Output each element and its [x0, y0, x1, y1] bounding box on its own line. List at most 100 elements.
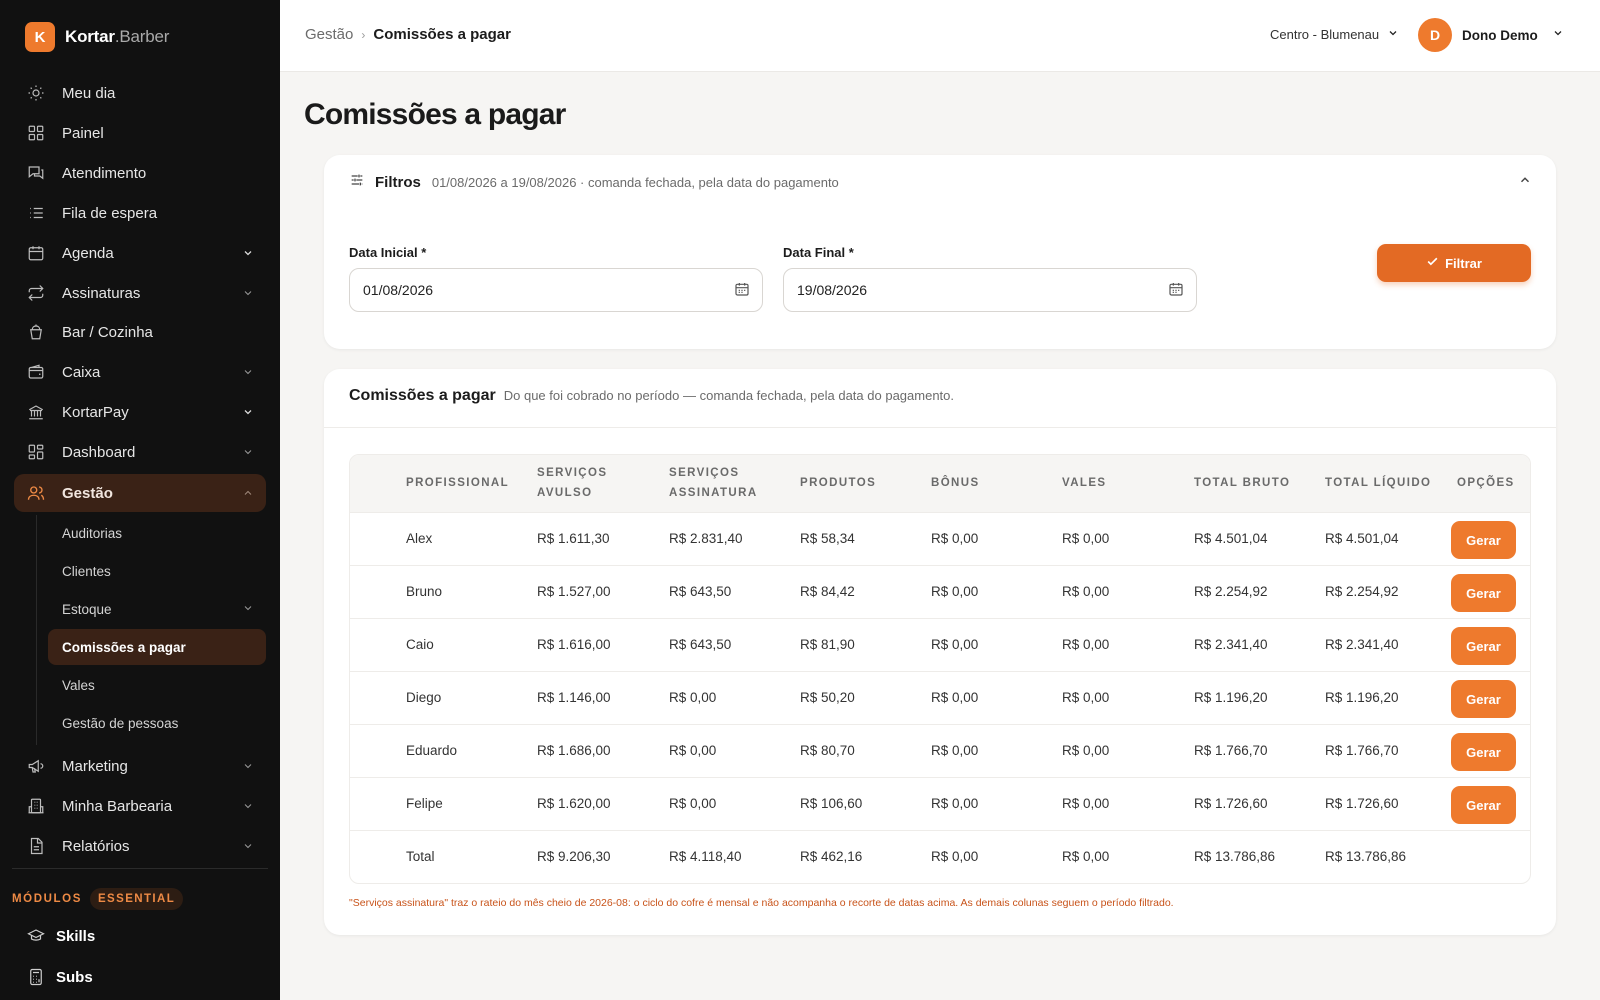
sidebar-item-assinaturas[interactable]: Assinaturas	[14, 274, 266, 312]
cell-bonus: R$ 0,00	[931, 743, 979, 758]
start-date-label: Data Inicial *	[349, 245, 427, 260]
cell-total-liquido: R$ 2.254,92	[1325, 584, 1399, 599]
module-label: Subs	[56, 968, 93, 986]
sidebar-subitem-gestao-de-pessoas[interactable]: Gestão de pessoas	[48, 705, 266, 741]
column-header-produtos[interactable]: PRODUTOS	[800, 473, 876, 493]
page-title: Comissões a pagar	[304, 98, 566, 131]
wallet-icon	[26, 362, 46, 382]
generate-button[interactable]: Gerar	[1451, 733, 1516, 771]
cell-profissional: Caio	[406, 637, 434, 652]
column-header-servicos-assinatura[interactable]: SERVIÇOS ASSINATURA	[669, 463, 758, 503]
breadcrumb-separator-icon: ›	[361, 27, 366, 42]
cell-produtos: R$ 106,60	[800, 796, 863, 811]
filters-header[interactable]: Filtros 01/08/2026 a 19/08/2026 · comand…	[349, 172, 839, 193]
commissions-title: Comissões a pagar	[349, 387, 496, 404]
chevron-down-icon	[242, 602, 254, 617]
sidebar-item-gestao[interactable]: Gestão	[14, 474, 266, 512]
sidebar-item-atendimento[interactable]: Atendimento	[14, 154, 266, 192]
cell-total-liquido: R$ 1.766,70	[1325, 743, 1399, 758]
cell-vales: R$ 0,00	[1062, 690, 1110, 705]
column-header-total-liquido[interactable]: TOTAL LÍQUIDO	[1325, 473, 1431, 493]
sidebar-item-label: Dashboard	[62, 443, 136, 461]
column-header-total-bruto[interactable]: TOTAL BRUTO	[1194, 473, 1290, 493]
sidebar-subitem-comissoes-a-pagar[interactable]: Comissões a pagar	[48, 629, 266, 665]
sidebar-item-fila-de-espera[interactable]: Fila de espera	[14, 194, 266, 232]
table-row: Eduardo R$ 1.686,00 R$ 0,00 R$ 80,70 R$ …	[350, 724, 1530, 777]
sidebar-subitem-estoque[interactable]: Estoque	[48, 591, 266, 627]
filters-summary: 01/08/2026 a 19/08/2026 · comanda fechad…	[431, 175, 839, 190]
commissions-table: PROFISSIONAL SERVIÇOS AVULSO SERVIÇOS ASSI…	[349, 454, 1531, 884]
sidebar-item-painel[interactable]: Painel	[14, 114, 266, 152]
sidebar-item-marketing[interactable]: Marketing	[14, 747, 266, 785]
sidebar-item-dashboard[interactable]: Dashboard	[14, 433, 266, 471]
column-header-vales[interactable]: VALES	[1062, 473, 1107, 493]
brand[interactable]: K Kortar.Barber	[25, 22, 169, 52]
chevron-down-icon	[242, 405, 254, 422]
cell-profissional: Diego	[406, 690, 442, 705]
calendar-icon[interactable]	[1168, 281, 1184, 300]
end-date-value: 19/08/2026	[797, 282, 868, 298]
chevron-down-icon	[242, 286, 254, 303]
table-total-row: Total R$ 9.206,30 R$ 4.118,40 R$ 462,16 …	[350, 830, 1530, 883]
breadcrumb-parent[interactable]: Gestão	[305, 26, 353, 43]
sidebar-item-minha-barbearia[interactable]: Minha Barbearia	[14, 787, 266, 825]
table-header: PROFISSIONAL SERVIÇOS AVULSO SERVIÇOS ASSI…	[350, 455, 1530, 512]
sidebar-item-label: KortarPay	[62, 403, 129, 421]
sidebar-item-label: Caixa	[62, 363, 101, 381]
sidebar-subitem-label: Clientes	[62, 563, 111, 579]
sidebar-subitem-vales[interactable]: Vales	[48, 667, 266, 703]
end-date-field[interactable]: 19/08/2026	[783, 268, 1197, 312]
generate-button[interactable]: Gerar	[1451, 786, 1516, 824]
sidebar-item-relatorios[interactable]: Relatórios	[14, 827, 266, 865]
table-row: Bruno R$ 1.527,00 R$ 643,50 R$ 84,42 R$ …	[350, 565, 1530, 618]
sidebar-subitem-clientes[interactable]: Clientes	[48, 553, 266, 589]
module-skills[interactable]: Skills	[26, 926, 95, 946]
module-subs[interactable]: Subs	[26, 967, 93, 987]
branch-selector[interactable]: Centro - Blumenau	[1270, 27, 1399, 42]
generate-button[interactable]: Gerar	[1451, 574, 1516, 612]
breadcrumb-current: Comissões a pagar	[373, 26, 511, 43]
chevron-down-icon	[242, 445, 254, 462]
calendar-icon[interactable]	[734, 281, 750, 300]
sidebar-item-meu-dia[interactable]: Meu dia	[14, 74, 266, 112]
sun-icon	[26, 83, 46, 103]
sidebar-item-bar-cozinha[interactable]: Bar / Cozinha	[14, 313, 266, 351]
cell-servicos-avulso: R$ 1.527,00	[537, 584, 611, 599]
start-date-field[interactable]: 01/08/2026	[349, 268, 763, 312]
cell-produtos: R$ 80,70	[800, 743, 855, 758]
cell-bonus: R$ 0,00	[931, 584, 979, 599]
cell-bonus: R$ 0,00	[931, 637, 979, 652]
user-menu[interactable]: D Dono Demo	[1418, 18, 1564, 52]
column-header-servicos-avulso[interactable]: SERVIÇOS AVULSO	[537, 463, 607, 503]
sidebar-item-label: Relatórios	[62, 837, 130, 855]
sidebar-item-kortarpay[interactable]: KortarPay	[14, 393, 266, 431]
generate-button[interactable]: Gerar	[1451, 680, 1516, 718]
cell-bonus: R$ 0,00	[931, 531, 979, 546]
chevron-down-icon	[1387, 27, 1399, 42]
column-header-profissional[interactable]: PROFISSIONAL	[406, 473, 509, 493]
chevron-up-icon[interactable]	[1518, 173, 1532, 192]
sidebar-item-label: Bar / Cozinha	[62, 323, 153, 341]
generate-button[interactable]: Gerar	[1451, 521, 1516, 559]
cell-produtos: R$ 81,90	[800, 637, 855, 652]
bank-icon	[26, 402, 46, 422]
sidebar-item-agenda[interactable]: Agenda	[14, 234, 266, 272]
cell-produtos: R$ 58,34	[800, 531, 855, 546]
generate-button[interactable]: Gerar	[1451, 627, 1516, 665]
cell-bonus: R$ 0,00	[931, 690, 979, 705]
sidebar-item-label: Fila de espera	[62, 204, 158, 222]
sidebar-item-label: Gestão	[62, 484, 113, 502]
sidebar-subitem-auditorias[interactable]: Auditorias	[48, 515, 266, 551]
grid-icon	[26, 123, 46, 143]
topbar: Gestão › Comissões a pagar Centro - Blum…	[280, 0, 1600, 72]
column-header-bonus[interactable]: BÔNUS	[931, 473, 980, 493]
filter-button[interactable]: Filtrar	[1377, 244, 1531, 282]
cell-servicos-assinatura: R$ 0,00	[669, 690, 717, 705]
column-header-line: ASSINATURA	[669, 487, 758, 499]
sidebar-subitem-label: Estoque	[62, 601, 112, 617]
brand-name: Kortar.Barber	[65, 27, 169, 47]
avatar: D	[1418, 18, 1452, 52]
cell-total-liquido: R$ 4.501,04	[1325, 531, 1399, 546]
chevron-down-icon	[242, 839, 254, 856]
sidebar-item-caixa[interactable]: Caixa	[14, 353, 266, 391]
